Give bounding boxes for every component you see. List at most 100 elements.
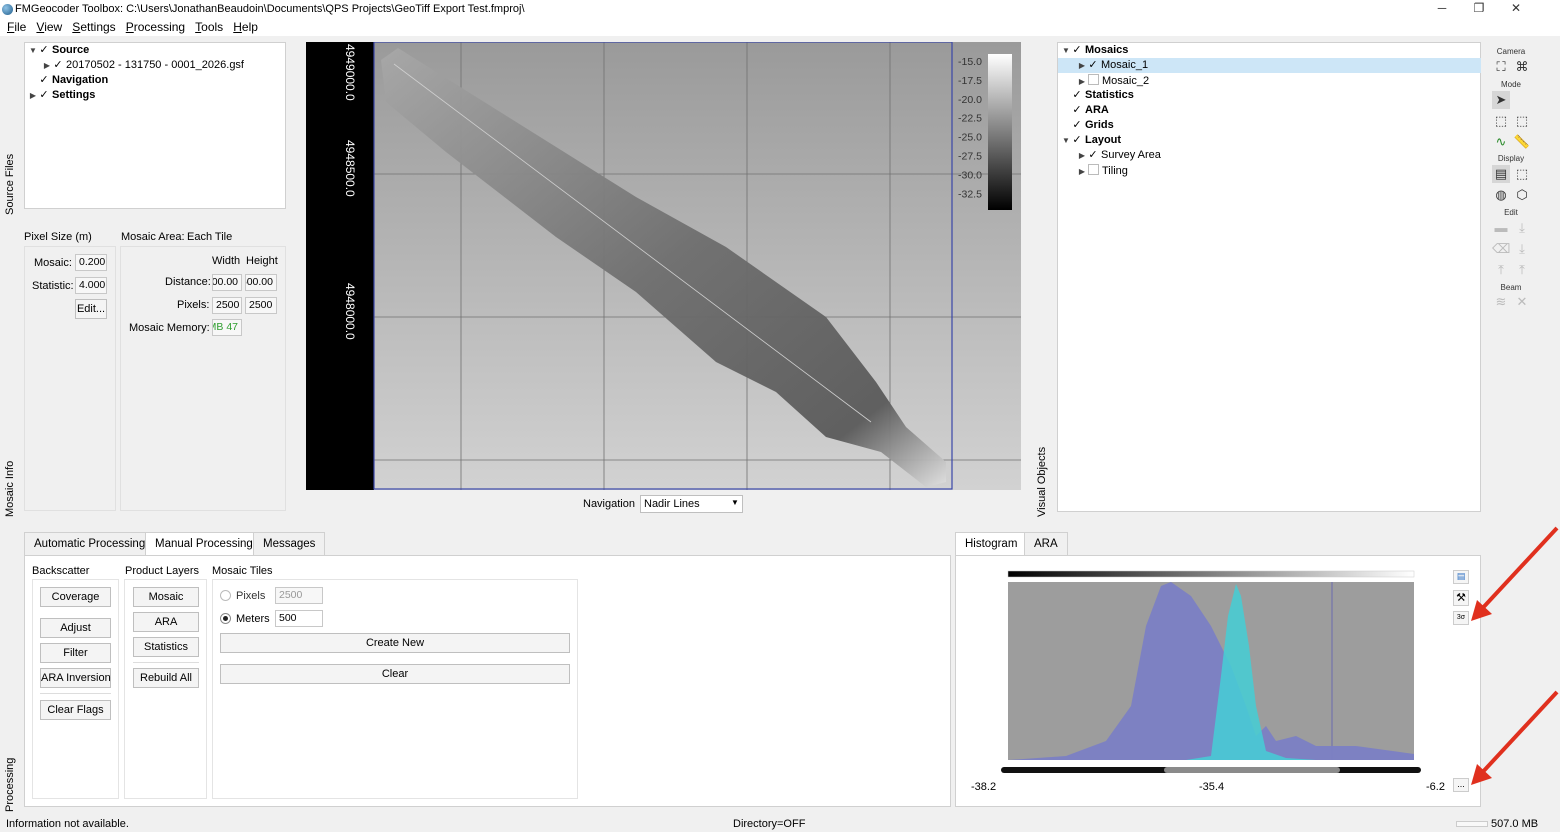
- camera-fit-icon[interactable]: ⛶: [1492, 58, 1510, 76]
- checkbox-checked-icon[interactable]: ✓: [1072, 90, 1082, 101]
- rect-select-icon[interactable]: ⬚: [1492, 112, 1510, 130]
- tab-histogram[interactable]: Histogram: [955, 532, 1028, 556]
- checkbox-unchecked-icon[interactable]: [1088, 164, 1099, 175]
- checkbox-checked-icon[interactable]: ✓: [1088, 150, 1098, 161]
- meters-radio[interactable]: [220, 613, 231, 624]
- close-button[interactable]: ✕: [1502, 1, 1530, 17]
- checkbox-checked-icon[interactable]: ✓: [1088, 60, 1098, 71]
- chevron-down-icon[interactable]: ▼: [1060, 136, 1072, 145]
- menu-view[interactable]: View: [36, 20, 62, 34]
- tree-item-survey-area[interactable]: ▶ ✓ Survey Area: [1076, 149, 1161, 164]
- ruler-icon[interactable]: 📏: [1513, 133, 1531, 151]
- restore-button[interactable]: ❐: [1465, 1, 1493, 17]
- chevron-right-icon[interactable]: ▶: [1076, 77, 1088, 86]
- clear-flags-button[interactable]: Clear Flags: [40, 700, 111, 720]
- checkbox-checked-icon[interactable]: ✓: [39, 45, 49, 56]
- beam-fan-icon[interactable]: ≋: [1492, 293, 1510, 311]
- rebuild-all-button[interactable]: Rebuild All: [133, 668, 199, 688]
- clear-button[interactable]: Clear: [220, 664, 570, 684]
- chevron-down-icon[interactable]: ▼: [27, 46, 39, 55]
- eraser-icon[interactable]: ⌫: [1492, 240, 1510, 258]
- colormap-icon[interactable]: ▤: [1492, 165, 1510, 183]
- edit-down-icon[interactable]: ⤓: [1513, 219, 1531, 237]
- tree-item-mosaic-1[interactable]: ▶ ✓ Mosaic_1: [1076, 59, 1148, 74]
- edit-up-icon[interactable]: ⤒: [1492, 261, 1510, 279]
- dock-label-mosaic-info[interactable]: Mosaic Info: [4, 461, 16, 517]
- tree-item-source[interactable]: ▼ ✓ Source: [27, 44, 89, 59]
- chevron-right-icon[interactable]: ▶: [1076, 61, 1088, 70]
- colorbar-tick-label: -17.5: [958, 75, 982, 87]
- rect-select-add-icon[interactable]: ⬚: [1513, 112, 1531, 130]
- checkbox-checked-icon[interactable]: ✓: [1072, 120, 1082, 131]
- tree-item-navigation[interactable]: ✓ Navigation: [27, 74, 108, 89]
- tab-automatic-processing[interactable]: Automatic Processing: [24, 532, 156, 556]
- tree-item-layout[interactable]: ▼ ✓ Layout: [1060, 134, 1121, 149]
- tree-item-gsf-file[interactable]: ▶ ✓ 20170502 - 131750 - 0001_2026.gsf: [41, 59, 244, 74]
- mosaic-button[interactable]: Mosaic: [133, 587, 199, 607]
- checkbox-checked-icon[interactable]: ✓: [1072, 135, 1082, 146]
- map-view[interactable]: -15.0 -17.5 -20.0 -22.5 -25.0 -27.5 -30.0 -32.5…: [306, 42, 1021, 490]
- histogram-chart[interactable]: [956, 556, 1482, 808]
- checkbox-checked-icon[interactable]: ✓: [39, 75, 49, 86]
- adjust-button[interactable]: Adjust: [40, 618, 111, 638]
- chevron-right-icon[interactable]: ▶: [27, 91, 39, 100]
- pin-icon[interactable]: ⤓: [1513, 240, 1531, 258]
- tree-item-tiling[interactable]: ▶ Tiling: [1076, 164, 1128, 179]
- checkbox-checked-icon[interactable]: ✓: [1072, 105, 1082, 116]
- edit-button[interactable]: Edit...: [75, 299, 107, 319]
- cube-icon[interactable]: ⬡: [1513, 186, 1531, 204]
- menu-tools[interactable]: Tools: [195, 20, 223, 34]
- distance-width-field[interactable]: 00.00: [212, 274, 242, 291]
- dock-label-processing[interactable]: Processing: [4, 758, 16, 812]
- tree-item-grids[interactable]: ✓ Grids: [1060, 119, 1113, 134]
- menu-help[interactable]: Help: [233, 20, 258, 34]
- coverage-button[interactable]: Coverage: [40, 587, 111, 607]
- tab-messages[interactable]: Messages: [253, 532, 326, 556]
- grid-sphere-icon[interactable]: ◍: [1492, 186, 1510, 204]
- chevron-right-icon[interactable]: ▶: [1076, 151, 1088, 160]
- path-icon[interactable]: ∿: [1492, 133, 1510, 151]
- tree-item-mosaics[interactable]: ▼ ✓ Mosaics: [1060, 44, 1128, 59]
- ara-inversion-button[interactable]: ARA Inversion: [40, 668, 111, 688]
- chevron-down-icon[interactable]: ▼: [1060, 46, 1072, 55]
- minimize-button[interactable]: ─: [1428, 1, 1456, 17]
- bounds-icon[interactable]: ⬚: [1513, 165, 1531, 183]
- beam-clear-icon[interactable]: ✕: [1513, 293, 1531, 311]
- checkbox-checked-icon[interactable]: ✓: [1072, 45, 1082, 56]
- menu-settings[interactable]: Settings: [72, 20, 115, 34]
- checkbox-checked-icon[interactable]: ✓: [53, 60, 63, 71]
- tile-pixels-field[interactable]: 2500: [275, 587, 323, 604]
- mosaic-pixel-size-field[interactable]: 0.200: [75, 254, 107, 271]
- tile-meters-field[interactable]: 500: [275, 610, 323, 627]
- checkbox-checked-icon[interactable]: ✓: [39, 90, 49, 101]
- map-canvas[interactable]: -15.0 -17.5 -20.0 -22.5 -25.0 -27.5 -30.0 -32.5: [306, 42, 1021, 490]
- distance-height-field[interactable]: 500.00: [245, 274, 277, 291]
- tree-item-ara[interactable]: ✓ ARA: [1060, 104, 1108, 119]
- ara-button[interactable]: ARA: [133, 612, 199, 632]
- dock-label-visual-objects[interactable]: Visual Objects: [1036, 447, 1048, 517]
- chevron-right-icon[interactable]: ▶: [1076, 167, 1088, 176]
- camera-3d-icon[interactable]: ⌘: [1513, 58, 1531, 76]
- tree-item-statistics[interactable]: ✓ Statistics: [1060, 89, 1134, 104]
- pixels-width-field[interactable]: 2500: [212, 297, 242, 314]
- tree-item-mosaic-2[interactable]: ▶ Mosaic_2: [1076, 74, 1149, 89]
- edit-restore-icon[interactable]: ⤒: [1513, 261, 1531, 279]
- tree-item-settings[interactable]: ▶ ✓ Settings: [27, 89, 95, 104]
- chevron-right-icon[interactable]: ▶: [41, 61, 53, 70]
- range-slider-selection[interactable]: [1164, 767, 1340, 773]
- create-new-button[interactable]: Create New: [220, 633, 570, 653]
- dock-label-source-files[interactable]: Source Files: [4, 154, 16, 215]
- statistics-button[interactable]: Statistics: [133, 637, 199, 657]
- menu-processing[interactable]: Processing: [126, 20, 185, 34]
- pixels-height-field[interactable]: 2500: [245, 297, 277, 314]
- filter-button[interactable]: Filter: [40, 643, 111, 663]
- checkbox-unchecked-icon[interactable]: [1088, 74, 1099, 85]
- edit-reject-icon[interactable]: ▬: [1492, 219, 1510, 237]
- pointer-icon[interactable]: ➤: [1492, 91, 1510, 109]
- menu-file[interactable]: File: [7, 20, 26, 34]
- pixels-radio[interactable]: [220, 590, 231, 601]
- navigation-dropdown[interactable]: Nadir Lines ▼: [640, 495, 743, 513]
- statistic-pixel-size-field[interactable]: 4.000: [75, 277, 107, 294]
- tab-ara[interactable]: ARA: [1024, 532, 1068, 556]
- tab-manual-processing[interactable]: Manual Processing: [145, 532, 263, 556]
